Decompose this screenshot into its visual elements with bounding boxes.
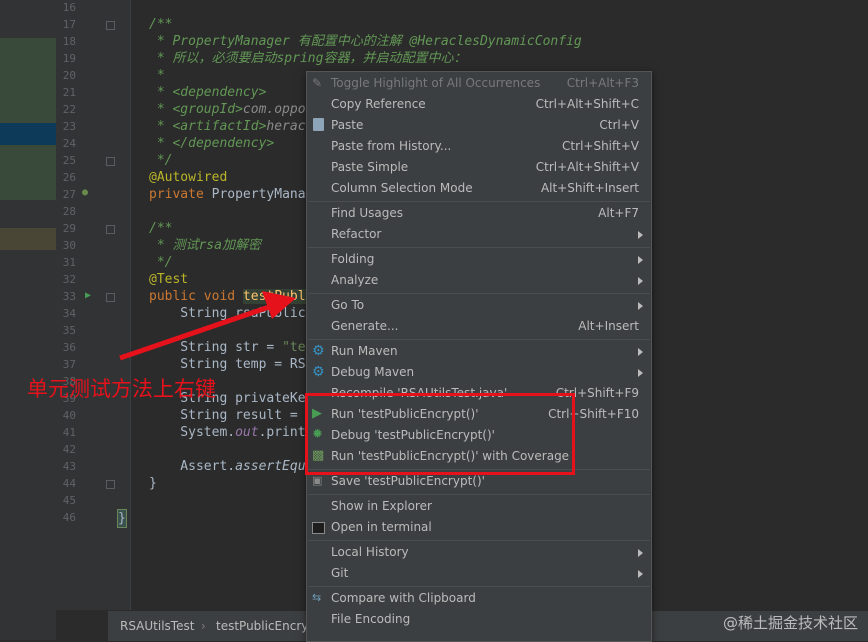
menu-item-generate[interactable]: Generate... Alt+Insert xyxy=(307,316,651,337)
menu-item-git[interactable]: Git xyxy=(307,563,651,584)
breadcrumb-method[interactable]: testPublicEncryp xyxy=(216,619,316,633)
menu-item-debug-maven[interactable]: ⚙ Debug Maven xyxy=(307,362,651,383)
clipboard-icon xyxy=(313,118,324,131)
editor-context-menu: ✎ Toggle Highlight of All Occurrences Ct… xyxy=(306,71,652,642)
menu-item-paste-from-history[interactable]: Paste from History... Ctrl+Shift+V xyxy=(307,136,651,157)
menu-separator xyxy=(308,201,650,202)
menu-label: Column Selection Mode xyxy=(331,181,473,195)
save-config-icon: ▣ xyxy=(312,474,323,487)
menu-label: Compare with Clipboard xyxy=(331,591,476,605)
menu-label: Run Maven xyxy=(331,344,398,358)
breadcrumb-class[interactable]: RSAUtilsTest xyxy=(120,619,194,633)
terminal-icon xyxy=(312,522,325,534)
menu-item-run-maven[interactable]: ⚙ Run Maven xyxy=(307,341,651,362)
menu-label: Debug Maven xyxy=(331,365,415,379)
menu-separator xyxy=(308,293,650,294)
compare-icon: ⇆ xyxy=(312,591,322,604)
menu-item-folding[interactable]: Folding xyxy=(307,249,651,270)
submenu-arrow-icon xyxy=(638,302,643,310)
menu-label: Local History xyxy=(331,545,409,559)
menu-label: Open in terminal xyxy=(331,520,432,534)
menu-shortcut: Ctrl+Alt+Shift+C xyxy=(535,97,639,111)
menu-shortcut: Ctrl+V xyxy=(599,118,639,132)
menu-item-refactor[interactable]: Refactor xyxy=(307,224,651,245)
menu-label: Git xyxy=(331,566,349,580)
maven-gear-icon: ⚙ xyxy=(312,364,325,380)
menu-separator xyxy=(308,494,650,495)
menu-label: Show in Explorer xyxy=(331,499,432,513)
menu-item-local-history[interactable]: Local History xyxy=(307,542,651,563)
menu-shortcut: Ctrl+Alt+F3 xyxy=(566,76,639,90)
menu-shortcut: Alt+F7 xyxy=(598,206,639,220)
submenu-arrow-icon xyxy=(638,256,643,264)
menu-item-file-encoding[interactable]: File Encoding xyxy=(307,609,651,630)
breadcrumb-separator: › xyxy=(201,619,206,633)
menu-item-compare-clipboard[interactable]: ⇆ Compare with Clipboard xyxy=(307,588,651,609)
highlight-icon: ✎ xyxy=(312,76,323,90)
menu-label: Paste xyxy=(331,118,364,132)
menu-label: Go To xyxy=(331,298,365,312)
watermark: @稀土掘金技术社区 xyxy=(722,614,858,632)
menu-item-column-selection[interactable]: Column Selection Mode Alt+Shift+Insert xyxy=(307,178,651,199)
menu-label: Generate... xyxy=(331,319,399,333)
menu-label: Find Usages xyxy=(331,206,404,220)
menu-shortcut: Ctrl+Alt+Shift+V xyxy=(535,160,639,174)
menu-separator xyxy=(308,540,650,541)
menu-label: Paste Simple xyxy=(331,160,409,174)
menu-separator xyxy=(308,339,650,340)
menu-separator xyxy=(308,586,650,587)
submenu-arrow-icon xyxy=(638,277,643,285)
menu-item-show-in-explorer[interactable]: Show in Explorer xyxy=(307,496,651,517)
menu-separator xyxy=(308,247,650,248)
menu-shortcut: Alt+Shift+Insert xyxy=(540,181,639,195)
menu-label: Paste from History... xyxy=(331,139,452,153)
menu-item-copy-reference[interactable]: Copy Reference Ctrl+Alt+Shift+C xyxy=(307,94,651,115)
menu-item-paste[interactable]: Paste Ctrl+V xyxy=(307,115,651,136)
annotation-label: 单元测试方法上右键 xyxy=(27,377,216,401)
submenu-arrow-icon xyxy=(638,549,643,557)
menu-item-toggle-highlight[interactable]: ✎ Toggle Highlight of All Occurrences Ct… xyxy=(307,73,651,94)
menu-item-analyze[interactable]: Analyze xyxy=(307,270,651,291)
menu-item-paste-simple[interactable]: Paste Simple Ctrl+Alt+Shift+V xyxy=(307,157,651,178)
menu-item-go-to[interactable]: Go To xyxy=(307,295,651,316)
annotation-highlight-box xyxy=(305,393,575,475)
menu-label: Analyze xyxy=(331,273,379,287)
submenu-arrow-icon xyxy=(638,570,643,578)
submenu-arrow-icon xyxy=(638,348,643,356)
menu-shortcut: Alt+Insert xyxy=(578,319,639,333)
menu-label: Folding xyxy=(331,252,375,266)
menu-label: File Encoding xyxy=(331,612,411,626)
menu-shortcut: Ctrl+Shift+V xyxy=(562,139,639,153)
menu-item-open-terminal[interactable]: Open in terminal xyxy=(307,517,651,538)
submenu-arrow-icon xyxy=(638,231,643,239)
submenu-arrow-icon xyxy=(638,369,643,377)
maven-gear-icon: ⚙ xyxy=(312,343,325,359)
menu-label: Copy Reference xyxy=(331,97,426,111)
menu-item-find-usages[interactable]: Find Usages Alt+F7 xyxy=(307,203,651,224)
menu-label: Refactor xyxy=(331,227,382,241)
menu-label: Toggle Highlight of All Occurrences xyxy=(331,76,541,90)
